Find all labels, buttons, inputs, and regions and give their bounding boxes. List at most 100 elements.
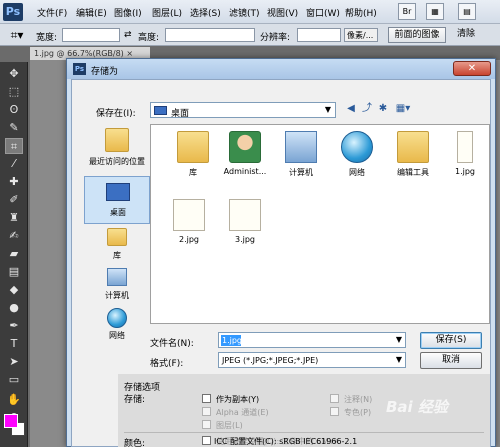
eyedropper-tool-icon[interactable]: ⁄ — [5, 156, 23, 172]
list-item[interactable]: 计算机 — [271, 129, 331, 191]
marquee-tool-icon[interactable]: ⬚ — [5, 84, 23, 100]
file-label: 3.jpg — [234, 235, 255, 244]
file-label: 网络 — [349, 168, 365, 177]
color-label: 颜色: — [124, 439, 146, 447]
menu-file[interactable]: 文件(F) — [37, 6, 67, 19]
up-folder-icon[interactable]: ⤴ — [360, 102, 374, 116]
foreground-color-swatch[interactable] — [4, 414, 18, 428]
layers-checkbox[interactable] — [202, 420, 211, 429]
photoshop-logo: Ps — [3, 3, 23, 21]
save-in-label: 保存在(I): — [96, 109, 136, 119]
file-label: 计算机 — [289, 168, 313, 177]
place-desktop[interactable]: 桌面 — [84, 176, 150, 224]
user-folder-icon — [229, 131, 261, 163]
crop-tool-icon[interactable]: ⌗▾ — [4, 27, 30, 43]
hand-tool-icon[interactable]: ✋ — [5, 392, 23, 408]
shape-tool-icon[interactable]: ▭ — [5, 372, 23, 388]
file-label: 2.jpg — [178, 235, 199, 244]
list-item[interactable]: 编辑工具 — [383, 129, 443, 191]
alpha-checkbox[interactable] — [202, 407, 211, 416]
back-icon[interactable]: ◀ — [344, 102, 358, 116]
unit-select[interactable]: 像素/... — [344, 28, 378, 42]
list-item[interactable]: Administ... — [215, 129, 275, 191]
swap-icon[interactable]: ⇄ — [124, 30, 132, 40]
menu-view[interactable]: 视图(V) — [267, 6, 298, 19]
list-item[interactable]: 3.jpg — [215, 197, 275, 259]
cancel-button[interactable]: 取消 — [420, 352, 482, 369]
blur-tool-icon[interactable]: ◆ — [5, 282, 23, 298]
desktop-small-icon — [154, 106, 167, 115]
place-network[interactable]: 网络 — [84, 306, 150, 354]
place-label: 库 — [113, 251, 121, 260]
format-label: 格式(F): — [150, 359, 184, 369]
chevron-down-icon: ▼ — [395, 335, 402, 344]
path-select-icon[interactable]: ➤ — [5, 354, 23, 370]
brush-tool-icon[interactable]: ✐ — [5, 192, 23, 208]
type-tool-icon[interactable]: T — [5, 336, 23, 352]
places-bar: 最近访问的位置 桌面 库 计算机 网络 — [84, 126, 150, 346]
menu-help[interactable]: 帮助(H) — [345, 6, 377, 19]
save-in-value: 桌面 — [171, 109, 190, 119]
gradient-tool-icon[interactable]: ▤ — [5, 264, 23, 280]
list-item[interactable]: 网络 — [327, 129, 387, 191]
menu-image[interactable]: 图像(I) — [114, 6, 142, 19]
network-icon — [107, 308, 127, 328]
list-item[interactable]: 2.jpg — [159, 197, 219, 259]
lasso-tool-icon[interactable]: ʘ — [5, 102, 23, 118]
save-in-select[interactable]: 桌面 ▼ — [150, 102, 336, 119]
eraser-tool-icon[interactable]: ▰ — [5, 246, 23, 262]
icc-profile-checkbox[interactable] — [202, 436, 211, 445]
dodge-tool-icon[interactable]: ● — [5, 300, 23, 316]
menu-select[interactable]: 选择(S) — [190, 6, 221, 19]
move-tool-icon[interactable]: ✥ — [5, 66, 23, 82]
place-label: 计算机 — [105, 291, 129, 300]
dialog-title-bar[interactable]: Ps 存储为 ✕ — [67, 59, 495, 79]
close-button[interactable]: ✕ — [453, 61, 491, 76]
view-menu-icon[interactable]: ▦▾ — [392, 102, 414, 116]
folder-icon — [177, 131, 209, 163]
menu-window[interactable]: 窗口(W) — [306, 6, 340, 19]
menu-layer[interactable]: 图层(L) — [152, 6, 182, 19]
quick-select-tool-icon[interactable]: ✎ — [5, 120, 23, 136]
menu-bar: Ps 文件(F) 编辑(E) 图像(I) 图层(L) 选择(S) 滤镜(T) 视… — [0, 0, 500, 24]
view-extras-icon[interactable]: ▦ — [426, 3, 444, 20]
options-bar: ⌗▾ 宽度: ⇄ 高度: 分辨率: 像素/... 前面的图像 清除 — [0, 24, 500, 46]
dialog-body: 保存在(I): 桌面 ▼ ◀ ⤴ ✱ ▦▾ 最近访问的位置 桌面 库 计算机 网… — [71, 79, 491, 447]
clear-button[interactable]: 清除 — [450, 27, 482, 43]
width-label: 宽度: — [36, 33, 58, 43]
libraries-icon — [107, 228, 127, 246]
image-file-icon — [229, 199, 261, 231]
file-label: 库 — [189, 168, 197, 177]
new-folder-icon[interactable]: ✱ — [376, 102, 390, 116]
notes-checkbox[interactable] — [330, 394, 339, 403]
storage-label: 存储: — [124, 395, 146, 405]
arrange-icon[interactable]: ▤ — [458, 3, 476, 20]
format-select[interactable]: JPEG (*.JPG;*.JPEG;*.JPE) ▼ — [218, 352, 406, 368]
as-copy-checkbox[interactable] — [202, 394, 211, 403]
save-button[interactable]: 保存(S) — [420, 332, 482, 349]
clone-stamp-icon[interactable]: ♜ — [5, 210, 23, 226]
menu-edit[interactable]: 编辑(E) — [76, 6, 107, 19]
icc-profile-label: ICC 配置文件(C): sRGB IEC61966-2.1 — [214, 437, 358, 446]
save-as-dialog: Ps 存储为 ✕ 保存在(I): 桌面 ▼ ◀ ⤴ ✱ ▦▾ 最近访问的位置 桌… — [66, 58, 496, 447]
resolution-field[interactable] — [297, 28, 341, 42]
history-brush-icon[interactable]: ✍ — [5, 228, 23, 244]
bridge-icon[interactable]: Br — [398, 3, 416, 20]
filename-input[interactable]: 1.jpg ▼ — [218, 332, 406, 348]
crop-tool-active-icon[interactable]: ⌗ — [5, 138, 23, 154]
list-item[interactable]: 库 — [163, 129, 223, 191]
front-image-button[interactable]: 前面的图像 — [388, 27, 446, 43]
file-label: Administ... — [223, 167, 267, 176]
notes-label: 注释(N) — [344, 395, 373, 404]
healing-brush-icon[interactable]: ✚ — [5, 174, 23, 190]
height-field[interactable] — [165, 28, 255, 42]
menu-filter[interactable]: 滤镜(T) — [229, 6, 260, 19]
file-list: 库 Administ... 计算机 网络 编辑工具 1.jpg 2.jpg 3.… — [150, 124, 490, 324]
spot-checkbox[interactable] — [330, 407, 339, 416]
image-file-icon — [173, 199, 205, 231]
width-field[interactable] — [62, 28, 120, 42]
list-item[interactable]: 1.jpg — [435, 129, 495, 191]
pen-tool-icon[interactable]: ✒ — [5, 318, 23, 334]
format-value: JPEG (*.JPG;*.JPEG;*.JPE) — [222, 356, 319, 365]
place-recent[interactable]: 最近访问的位置 — [84, 126, 150, 174]
